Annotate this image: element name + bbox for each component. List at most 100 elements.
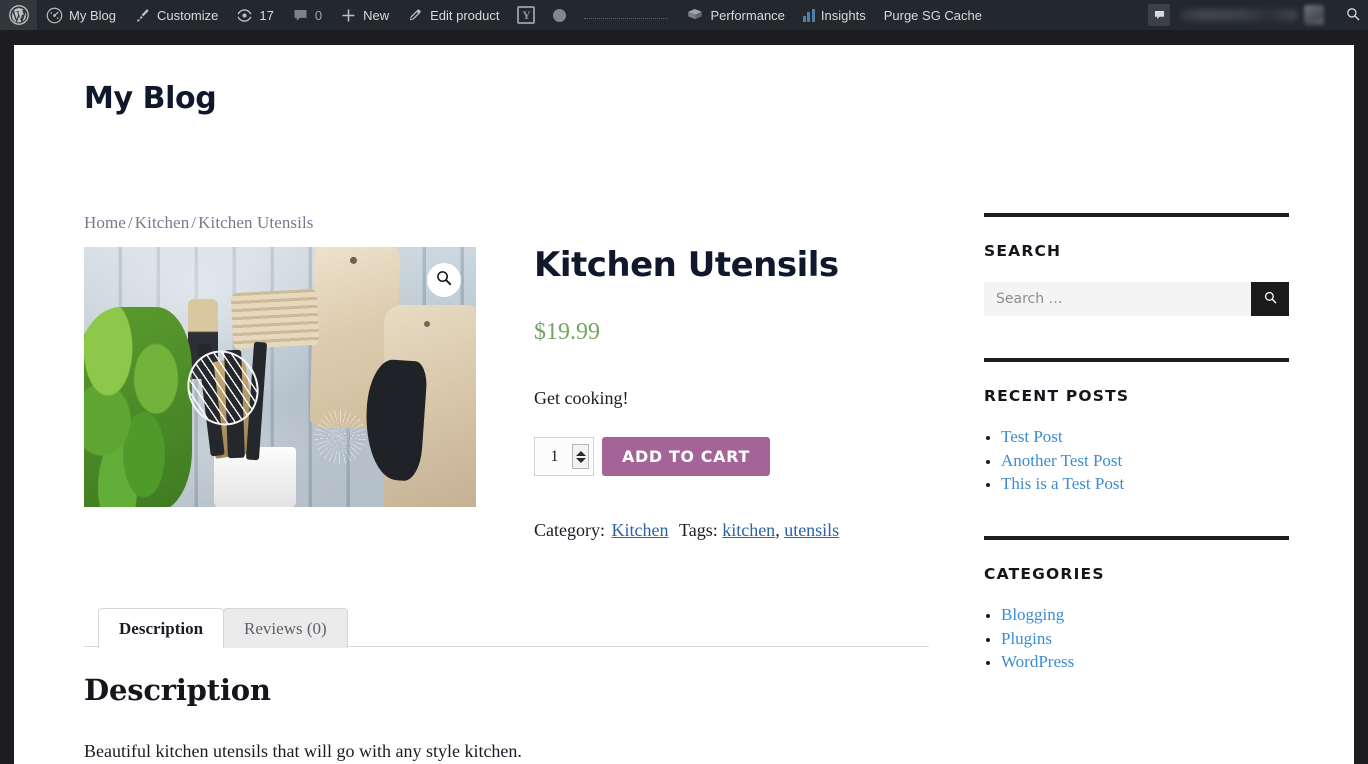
category-link-plugins[interactable]: Plugins xyxy=(1001,629,1052,648)
notification-flag-icon[interactable] xyxy=(1148,4,1170,26)
quantity-value[interactable]: 1 xyxy=(535,448,572,466)
admin-bar-label-customize: Customize xyxy=(156,7,219,23)
list-item: Blogging xyxy=(1001,605,1289,625)
main-content: Home / Kitchen / Kitchen Utensils Kitche… xyxy=(84,213,929,762)
widget-title-categories: CATEGORIES xyxy=(984,565,1105,583)
account-greeting-redacted xyxy=(1180,9,1298,21)
chevron-up-icon[interactable] xyxy=(575,450,586,456)
admin-bar-label-insights: Insights xyxy=(820,7,866,23)
performance-icon xyxy=(686,6,704,24)
wp-admin-bar: My Blog Customize 17 0 New Edit product xyxy=(0,0,1368,30)
avatar xyxy=(1304,5,1324,25)
paintbrush-icon xyxy=(134,7,151,24)
tab-reviews[interactable]: Reviews (0) xyxy=(223,608,348,649)
admin-bar-item-site-name[interactable]: My Blog xyxy=(37,0,125,30)
breadcrumb-item-home[interactable]: Home xyxy=(84,213,126,232)
site-content: Home / Kitchen / Kitchen Utensils Kitche… xyxy=(14,213,1354,762)
category-link-wordpress[interactable]: WordPress xyxy=(1001,652,1074,671)
search-form xyxy=(984,282,1289,316)
product-short-description: Get cooking! xyxy=(534,388,629,409)
admin-bar-item-yoast-seo[interactable]: Y xyxy=(508,0,544,30)
recent-post-link-3[interactable]: This is a Test Post xyxy=(1001,474,1124,493)
product-title: Kitchen Utensils xyxy=(534,245,839,285)
admin-bar-item-customize[interactable]: Customize xyxy=(125,0,227,30)
admin-bar-item-performance[interactable]: Performance xyxy=(677,0,793,30)
admin-bar-item-comments[interactable]: 0 xyxy=(283,0,331,30)
admin-bar-label-site-name: My Blog xyxy=(69,7,116,23)
category-link-blogging[interactable]: Blogging xyxy=(1001,605,1064,624)
search-submit-button[interactable] xyxy=(1251,282,1289,316)
product-meta: Category: Kitchen Tags: kitchen, utensil… xyxy=(534,520,929,541)
breadcrumb-separator: / xyxy=(191,213,197,232)
admin-bar-label-performance: Performance xyxy=(710,7,785,23)
site-header: My Blog xyxy=(14,45,1354,116)
recent-post-link-2[interactable]: Another Test Post xyxy=(1001,451,1122,470)
photo-whisk-2 xyxy=(314,410,366,464)
tab-list: Description Reviews (0) xyxy=(84,608,929,649)
admin-bar-item-new-content[interactable]: New xyxy=(331,0,398,30)
add-to-cart-button[interactable]: ADD TO CART xyxy=(602,437,770,477)
image-zoom-button[interactable] xyxy=(427,263,461,297)
product-image[interactable] xyxy=(84,247,476,507)
recent-posts-list: Test Post Another Test Post This is a Te… xyxy=(984,427,1289,494)
updates-icon xyxy=(236,7,253,24)
dashboard-icon xyxy=(46,7,63,24)
quantity-spinner[interactable] xyxy=(572,444,589,470)
breadcrumb-separator: / xyxy=(127,213,133,232)
product-tabs: Description Reviews (0) Description Beau… xyxy=(84,608,929,762)
admin-bar-item-plugin-status[interactable] xyxy=(544,0,575,30)
product-price: $19.99 xyxy=(534,319,600,346)
admin-bar-label-purge-sg-cache: Purge SG Cache xyxy=(883,7,982,23)
admin-bar-label-edit-product: Edit product xyxy=(430,7,500,23)
search-input[interactable] xyxy=(984,282,1251,316)
recent-post-link-1[interactable]: Test Post xyxy=(1001,427,1063,446)
search-icon xyxy=(1263,290,1278,308)
page-wrapper: My Blog Home / Kitchen / Kitchen Utensils xyxy=(14,45,1354,764)
yoast-seo-icon: Y xyxy=(517,6,536,24)
tab-description[interactable]: Description xyxy=(98,608,225,649)
widget-categories: CATEGORIES Blogging Plugins WordPress xyxy=(984,536,1289,672)
site-title[interactable]: My Blog xyxy=(84,81,217,116)
breadcrumb-item-kitchen[interactable]: Kitchen xyxy=(135,213,190,232)
description-heading: Description xyxy=(84,673,271,708)
widget-top-rule xyxy=(984,536,1289,540)
admin-bar-label-new-content: New xyxy=(363,7,390,23)
categories-list: Blogging Plugins WordPress xyxy=(984,605,1289,672)
product-tag-link-utensils[interactable]: utensils xyxy=(784,520,839,540)
widget-top-rule xyxy=(984,358,1289,362)
list-item: WordPress xyxy=(1001,652,1289,672)
category-label: Category: xyxy=(534,520,605,541)
admin-bar-dotted-divider xyxy=(575,0,677,30)
plus-icon xyxy=(340,7,357,24)
list-item: Another Test Post xyxy=(1001,451,1289,471)
photo-utensils-group xyxy=(174,338,429,482)
sidebar: SEARCH RECENT POSTS Test Post Another Te… xyxy=(984,213,1289,762)
admin-bar-search-button[interactable] xyxy=(1338,0,1368,30)
status-dot-icon xyxy=(553,8,567,22)
admin-bar-label-comments: 0 xyxy=(314,7,323,23)
chevron-down-icon[interactable] xyxy=(575,457,586,463)
quantity-stepper[interactable]: 1 xyxy=(534,437,594,477)
widget-top-rule xyxy=(984,213,1289,217)
admin-bar-item-edit-product[interactable]: Edit product xyxy=(398,0,508,30)
search-icon xyxy=(1345,6,1361,25)
widget-recent-posts: RECENT POSTS Test Post Another Test Post… xyxy=(984,358,1289,494)
admin-bar-my-account[interactable] xyxy=(1148,0,1338,30)
admin-bar-item-updates[interactable]: 17 xyxy=(227,0,282,30)
widget-search: SEARCH xyxy=(984,213,1289,316)
wordpress-logo-button[interactable] xyxy=(0,0,37,30)
description-body: Beautiful kitchen utensils that will go … xyxy=(84,741,522,762)
admin-bar-item-purge-sg-cache[interactable]: Purge SG Cache xyxy=(875,0,991,30)
yoast-glyph: Y xyxy=(522,8,531,22)
comment-bubble-icon xyxy=(292,7,309,24)
product-tag-link-kitchen[interactable]: kitchen xyxy=(722,520,775,540)
product-summary-section: Kitchen Utensils $19.99 Get cooking! 1 A… xyxy=(84,245,929,541)
list-item: Test Post xyxy=(1001,427,1289,447)
add-to-cart-form: 1 ADD TO CART xyxy=(534,437,929,477)
bar-chart-icon xyxy=(802,8,815,22)
breadcrumb-item-current: Kitchen Utensils xyxy=(198,213,314,232)
product-category-link[interactable]: Kitchen xyxy=(611,520,668,540)
breadcrumb: Home / Kitchen / Kitchen Utensils xyxy=(84,213,929,233)
photo-wooden-stack xyxy=(230,288,320,350)
admin-bar-item-insights[interactable]: Insights xyxy=(794,0,875,30)
